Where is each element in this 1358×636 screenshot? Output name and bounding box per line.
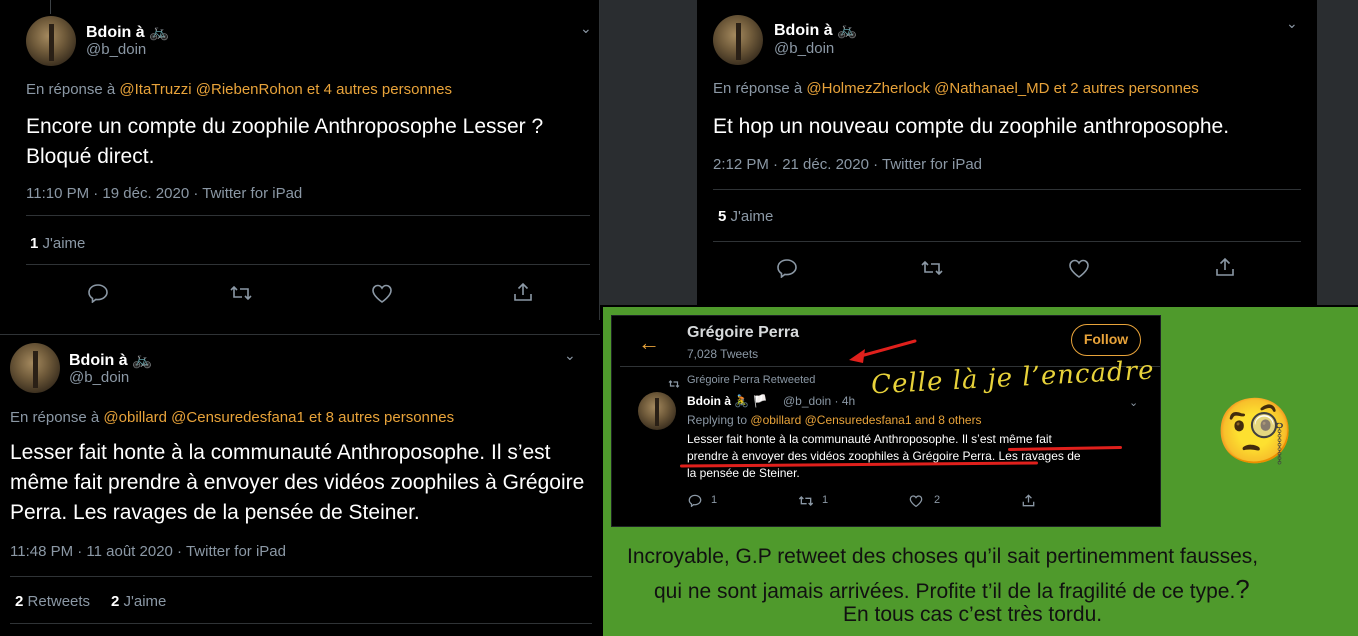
- likes-label: J'aime: [42, 235, 86, 252]
- like-icon[interactable]: [909, 495, 923, 507]
- likes-label: J'aime: [730, 208, 774, 225]
- divider: [713, 189, 1301, 190]
- follow-label: Follow: [1083, 331, 1129, 347]
- avatar[interactable]: [10, 343, 60, 393]
- reply-prefix: En réponse à: [26, 81, 116, 98]
- tweet-text: Encore un compte du zoophile Anthroposop…: [26, 115, 544, 168]
- tweet-panel-2: Bdoin à 🚲 @b_doin ⌄ En réponse à @Holmez…: [600, 0, 1358, 305]
- tweet-text: Lesser fait honte à la communauté Anthro…: [10, 441, 585, 524]
- chevron-down-icon[interactable]: ⌄: [1286, 15, 1298, 32]
- retweet-count: 1: [822, 494, 829, 506]
- share-icon[interactable]: [1215, 257, 1235, 277]
- inner-author-handle[interactable]: @b_doin · 4h: [783, 394, 855, 408]
- reply-others[interactable]: et 4 autres personnes: [307, 81, 452, 98]
- replying-context: Replying to @obillard @Censuredesfana1 a…: [687, 413, 982, 427]
- retweets-label: Retweets: [27, 593, 91, 610]
- reply-context: En réponse à @ItaTruzzi @RiebenRohon et …: [26, 81, 452, 98]
- avatar[interactable]: [26, 16, 76, 66]
- reply-mentions[interactable]: @ItaTruzzi @RiebenRohon: [119, 81, 302, 98]
- author-handle[interactable]: @b_doin: [69, 369, 129, 386]
- author-name[interactable]: Bdoin à 🚲: [774, 20, 857, 40]
- chevron-down-icon[interactable]: ⌄: [564, 347, 576, 364]
- comment-question-mark: ?: [1235, 574, 1250, 604]
- likes-count: 1: [30, 235, 39, 252]
- tweet-text: Et hop un nouveau compte du zoophile ant…: [713, 115, 1230, 138]
- likes-label: J'aime: [123, 593, 167, 610]
- annotation-panel: ← Grégoire Perra 7,028 Tweets Follow Gré…: [603, 307, 1358, 636]
- red-arrow-icon: [843, 337, 923, 367]
- inner-author-name[interactable]: Bdoin à 🚴 🏳️: [687, 394, 768, 408]
- reply-prefix: En réponse à: [10, 409, 100, 426]
- avatar[interactable]: [638, 392, 676, 430]
- like-icon[interactable]: [371, 284, 393, 303]
- reply-icon[interactable]: [87, 283, 109, 303]
- inner-tweet-line-3: la pensée de Steiner.: [687, 466, 800, 480]
- comment-line-1: Incroyable, G.P retweet des choses qu’il…: [627, 545, 1259, 568]
- retweet-small-icon: [668, 376, 680, 394]
- reply-mentions[interactable]: @obillard @Censuredesfana1: [103, 409, 304, 426]
- chevron-down-icon[interactable]: ⌄: [1129, 396, 1138, 409]
- reply-context: En réponse à @obillard @Censuredesfana1 …: [10, 409, 454, 426]
- tweet-meta[interactable]: 11:48 PM · 11 août 2020 · Twitter for iP…: [10, 543, 286, 560]
- divider: [26, 264, 590, 265]
- reply-icon[interactable]: [776, 258, 798, 278]
- replying-prefix: Replying to: [687, 413, 748, 427]
- divider: [26, 215, 590, 216]
- retweet-icon[interactable]: [920, 259, 944, 277]
- tweets-count: 7,028 Tweets: [687, 347, 759, 361]
- back-arrow-icon[interactable]: ←: [638, 330, 660, 356]
- reply-mentions[interactable]: @HolmezZherlock @Nathanael_MD: [806, 80, 1049, 97]
- likes-stat[interactable]: 2 J'aime: [111, 593, 166, 610]
- profile-name: Grégoire Perra: [687, 324, 800, 341]
- author-handle[interactable]: @b_doin: [774, 40, 834, 57]
- retweeted-by[interactable]: Grégoire Perra Retweeted: [687, 374, 815, 386]
- retweets-count: 2: [15, 593, 24, 610]
- chevron-down-icon[interactable]: ⌄: [580, 20, 592, 37]
- divider: [713, 241, 1301, 242]
- likes-stat[interactable]: 5 J'aime: [718, 208, 773, 225]
- comment-line-2: qui ne sont jamais arrivées. Profite t’i…: [654, 574, 1250, 605]
- avatar[interactable]: [713, 15, 763, 65]
- reply-icon[interactable]: [688, 494, 702, 507]
- monocle-face-emoji: 🧐: [1215, 395, 1295, 467]
- reply-others[interactable]: et 2 autres personnes: [1054, 80, 1199, 97]
- divider: [10, 576, 592, 577]
- retweets-stat[interactable]: 2 Retweets: [15, 593, 90, 610]
- reply-context: En réponse à @HolmezZherlock @Nathanael_…: [713, 80, 1199, 97]
- inner-tweet-line-1: Lesser fait honte à la communauté Anthro…: [687, 432, 1052, 446]
- retweet-icon[interactable]: [798, 495, 814, 507]
- likes-stat[interactable]: 1 J'aime: [30, 235, 85, 252]
- tweet-meta[interactable]: 2:12 PM · 21 déc. 2020 · Twitter for iPa…: [713, 156, 982, 173]
- author-name[interactable]: Bdoin à 🚲: [69, 350, 152, 370]
- follow-button[interactable]: Follow: [1071, 324, 1141, 356]
- replying-mentions[interactable]: @obillard @Censuredesfana1 and 8 others: [750, 413, 981, 427]
- divider: [10, 623, 592, 624]
- share-icon[interactable]: [513, 282, 533, 302]
- share-icon[interactable]: [1022, 494, 1035, 507]
- likes-count: 5: [718, 208, 727, 225]
- reply-prefix: En réponse à: [713, 80, 803, 97]
- comment-line-2-text: qui ne sont jamais arrivées. Profite t’i…: [654, 580, 1236, 603]
- retweet-icon[interactable]: [229, 284, 253, 302]
- tweet-meta[interactable]: 11:10 PM · 19 déc. 2020 · Twitter for iP…: [26, 185, 302, 202]
- like-icon[interactable]: [1068, 259, 1090, 278]
- reply-others[interactable]: et 8 autres personnes: [309, 409, 454, 426]
- tweet-panel-1: Bdoin à 🚲 @b_doin ⌄ En réponse à @ItaTru…: [10, 0, 600, 320]
- tweet-panel-3: Bdoin à 🚲 @b_doin ⌄ En réponse à @obilla…: [0, 334, 600, 636]
- comment-line-3: En tous cas c’est très tordu.: [843, 603, 1103, 626]
- author-handle[interactable]: @b_doin: [86, 41, 146, 58]
- likes-count: 2: [111, 593, 120, 610]
- like-count: 2: [934, 494, 941, 506]
- author-name[interactable]: Bdoin à 🚲: [86, 22, 169, 42]
- reply-count: 1: [711, 494, 718, 506]
